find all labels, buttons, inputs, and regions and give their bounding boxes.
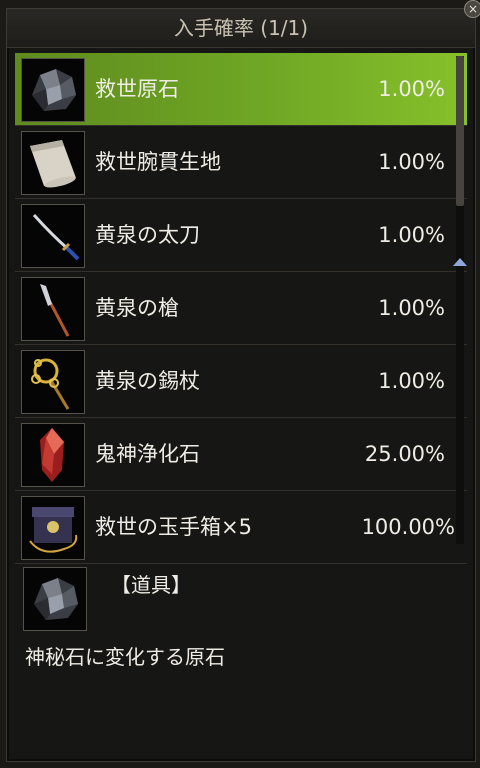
item-name: 救世腕貫生地: [95, 150, 221, 174]
scroll-up-arrow-icon[interactable]: [453, 258, 467, 266]
item-name: 黄泉の太刀: [95, 223, 200, 247]
item-row[interactable]: 鬼神浄化石 25.00%: [15, 418, 467, 491]
sword-icon: [21, 204, 85, 268]
item-row[interactable]: 救世の玉手箱×5 100.00%: [15, 491, 467, 564]
ore-stone-icon: [21, 58, 85, 122]
item-name: 鬼神浄化石: [95, 442, 200, 466]
item-row[interactable]: 黄泉の太刀 1.00%: [15, 199, 467, 272]
item-rate: 1.00%: [378, 77, 445, 101]
item-rate: 1.00%: [378, 296, 445, 320]
scrollbar-thumb[interactable]: [456, 56, 464, 206]
item-name: 救世の玉手箱×5: [95, 515, 252, 539]
drop-rate-window: 入手確率 (1/1) 救世原石 1.00% 救世腕貫生地 1.00% 黄泉の太刀…: [6, 8, 476, 762]
item-rate: 1.00%: [378, 369, 445, 393]
item-row[interactable]: 救世腕貫生地 1.00%: [15, 126, 467, 199]
staff-icon: [21, 350, 85, 414]
cloth-roll-icon: [21, 131, 85, 195]
item-row[interactable]: 黄泉の錫杖 1.00%: [15, 345, 467, 418]
red-crystal-icon: [21, 423, 85, 487]
item-name: 黄泉の錫杖: [95, 369, 200, 393]
item-rate: 1.00%: [378, 150, 445, 174]
item-name: 黄泉の槍: [95, 296, 179, 320]
item-row[interactable]: 黄泉の槍 1.00%: [15, 272, 467, 345]
window-title: 入手確率 (1/1): [7, 9, 475, 48]
close-icon[interactable]: ×: [464, 0, 480, 18]
item-description: 神秘石に変化する原石: [25, 645, 225, 669]
item-detail: 【道具】 神秘石に変化する原石: [7, 561, 475, 761]
item-list: 救世原石 1.00% 救世腕貫生地 1.00% 黄泉の太刀 1.00% 黄泉の槍…: [15, 53, 467, 564]
item-row[interactable]: 救世原石 1.00%: [15, 53, 467, 126]
item-rate: 25.00%: [364, 442, 445, 466]
item-category: 【道具】: [111, 573, 191, 597]
item-rate: 100.00%: [361, 515, 455, 539]
spear-icon: [21, 277, 85, 341]
item-rate: 1.00%: [378, 223, 445, 247]
item-name: 救世原石: [95, 77, 179, 101]
treasure-box-icon: [21, 496, 85, 560]
ore-stone-icon: [23, 567, 87, 631]
